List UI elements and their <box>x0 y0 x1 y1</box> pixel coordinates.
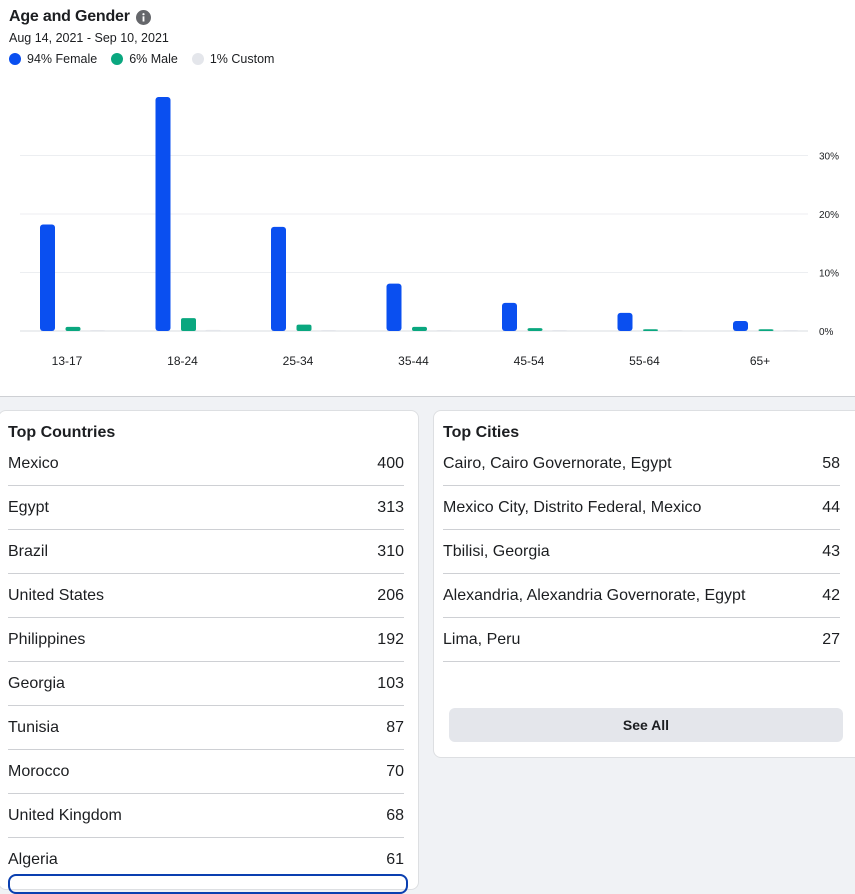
city-row-name: Tbilisi, Georgia <box>443 542 550 560</box>
country-row-name: Morocco <box>8 762 70 780</box>
y-tick-label: 30% <box>819 152 839 163</box>
y-tick-label: 20% <box>819 210 839 221</box>
bar-custom <box>205 329 221 331</box>
bar-male <box>296 324 312 331</box>
country-row: United Kingdom 68 <box>8 794 404 838</box>
country-row-value: 103 <box>377 674 404 692</box>
country-row: United States 206 <box>8 574 404 618</box>
city-row-name: Lima, Peru <box>443 630 521 648</box>
bar-custom <box>436 330 452 331</box>
y-tick-label: 0% <box>819 327 834 338</box>
bar-custom <box>90 330 105 331</box>
country-row-name: Georgia <box>8 674 65 692</box>
country-row-value: 70 <box>386 762 404 780</box>
x-tick-label: 25-34 <box>283 354 314 368</box>
bar-custom <box>552 330 567 331</box>
bar-male <box>643 329 658 331</box>
bar-female <box>733 321 748 331</box>
city-row: Lima, Peru 27 <box>443 618 840 662</box>
country-row-name: Egypt <box>8 498 49 516</box>
city-row: Mexico City, Distrito Federal, Mexico 44 <box>443 486 840 530</box>
x-tick-label: 55-64 <box>629 354 660 368</box>
country-row-name: Algeria <box>8 851 58 868</box>
top-cities-title: Top Cities <box>443 424 520 441</box>
city-row-name: Mexico City, Distrito Federal, Mexico <box>443 498 702 516</box>
country-row: Tunisia 87 <box>8 706 404 750</box>
country-row-value: 87 <box>386 718 404 736</box>
bar-custom <box>667 330 683 331</box>
city-row-value: 27 <box>822 630 840 648</box>
bar-male <box>527 328 543 331</box>
age-gender-card: Age and Gender Aug 14, 2021 - Sep 10, 20… <box>0 0 855 397</box>
city-row: Tbilisi, Georgia 43 <box>443 530 840 574</box>
country-row: Egypt 313 <box>8 486 404 530</box>
x-tick-label: 35-44 <box>398 354 429 368</box>
city-row-value: 44 <box>822 498 840 516</box>
city-row-value: 42 <box>822 586 840 604</box>
country-row-value: 192 <box>377 630 404 648</box>
x-tick-label: 13-17 <box>52 354 83 368</box>
country-row: Philippines 192 <box>8 618 404 662</box>
bar-male <box>181 318 196 331</box>
country-row-value: 61 <box>386 851 404 868</box>
city-row-value: 43 <box>822 542 840 560</box>
country-row-name: Brazil <box>8 542 49 560</box>
city-row: Cairo, Cairo Governorate, Egypt 58 <box>443 442 840 486</box>
city-row-value: 58 <box>822 454 840 472</box>
country-row-value: 310 <box>377 542 404 560</box>
country-row: Morocco 70 <box>8 750 404 794</box>
bar-female <box>502 302 517 331</box>
bar-female <box>271 226 286 331</box>
country-row-name: Mexico <box>8 454 59 472</box>
bar-female <box>617 312 633 331</box>
city-row-name: Alexandria, Alexandria Governorate, Egyp… <box>443 586 746 604</box>
country-row: Brazil 310 <box>8 530 404 574</box>
focused-element-outline[interactable] <box>8 874 408 894</box>
country-row-name: Philippines <box>8 630 86 648</box>
top-countries-panel: Top Countries Mexico 400 Egypt 313 Brazil 310… <box>0 410 419 890</box>
country-row-value: 400 <box>377 454 404 472</box>
country-row-value: 206 <box>377 586 404 604</box>
x-tick-label: 65+ <box>750 354 770 368</box>
age-gender-chart: 0% 10% 20% 30% 13-17 18-24 25-34 35-44 45-54 55-6… <box>20 97 839 368</box>
x-tick-label: 45-54 <box>514 354 545 368</box>
country-row-name: United States <box>8 586 105 604</box>
country-row: Georgia 103 <box>8 662 404 706</box>
country-row-value: 68 <box>386 806 404 824</box>
country-row: Mexico 400 <box>8 442 404 486</box>
bar-male <box>65 326 81 331</box>
bar-female <box>155 97 171 331</box>
country-row-value: 313 <box>377 498 404 516</box>
country-row-name: United Kingdom <box>8 806 122 824</box>
city-row: Alexandria, Alexandria Governorate, Egyp… <box>443 574 840 618</box>
top-cities-panel: Top Cities Cairo, Cairo Governorate, Egy… <box>433 410 855 758</box>
bar-custom <box>321 330 336 331</box>
bar-custom <box>783 330 798 331</box>
bar-female <box>40 224 55 331</box>
x-tick-label: 18-24 <box>167 354 198 368</box>
city-row-name: Cairo, Cairo Governorate, Egypt <box>443 454 672 472</box>
see-all-button[interactable]: See All <box>449 708 843 742</box>
bar-male <box>758 329 774 331</box>
country-row-name: Tunisia <box>8 718 59 736</box>
bar-female <box>386 283 402 331</box>
top-countries-title: Top Countries <box>8 424 116 441</box>
bar-male <box>412 326 427 331</box>
y-tick-label: 10% <box>819 269 839 280</box>
